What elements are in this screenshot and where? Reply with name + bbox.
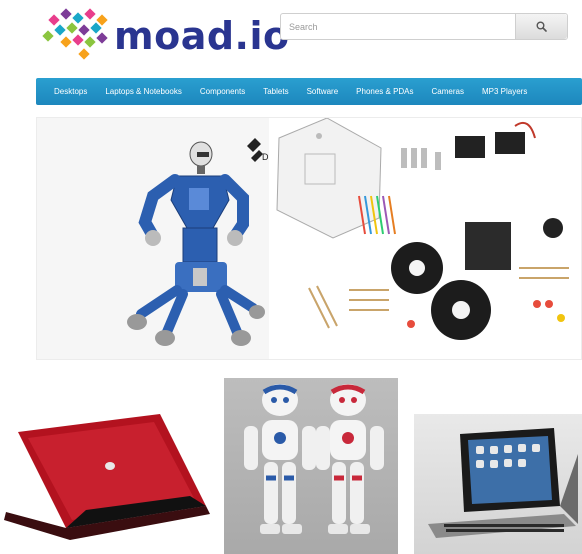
ipad-keyboard-case-image[interactable] (414, 414, 582, 554)
nav-item-mp3-players[interactable]: MP3 Players (482, 87, 527, 96)
main-nav: Desktops Laptops & Notebooks Components … (36, 78, 582, 105)
nao-robots-image[interactable] (224, 378, 398, 554)
robot-parts-kit-image (269, 118, 581, 359)
nav-item-desktops[interactable]: Desktops (54, 87, 87, 96)
site-logo[interactable]: moad.io (42, 6, 289, 64)
nav-item-phones-pdas[interactable]: Phones & PDAs (356, 87, 413, 96)
nav-item-software[interactable]: Software (307, 87, 339, 96)
search-bar (280, 13, 568, 40)
nav-item-tablets[interactable]: Tablets (263, 87, 288, 96)
red-laptop-image[interactable] (0, 378, 214, 554)
logo-text: moad.io (114, 14, 290, 58)
logo-mark-icon (42, 8, 108, 60)
nav-item-components[interactable]: Components (200, 87, 245, 96)
nav-item-cameras[interactable]: Cameras (432, 87, 464, 96)
svg-text:D: D (262, 152, 269, 162)
search-icon (536, 21, 547, 32)
nav-item-laptops-notebooks[interactable]: Laptops & Notebooks (105, 87, 182, 96)
search-input[interactable] (281, 14, 515, 39)
search-button[interactable] (515, 14, 567, 39)
humanoid-robot-image: D (37, 118, 269, 359)
banner-slideshow[interactable]: D (36, 117, 582, 360)
